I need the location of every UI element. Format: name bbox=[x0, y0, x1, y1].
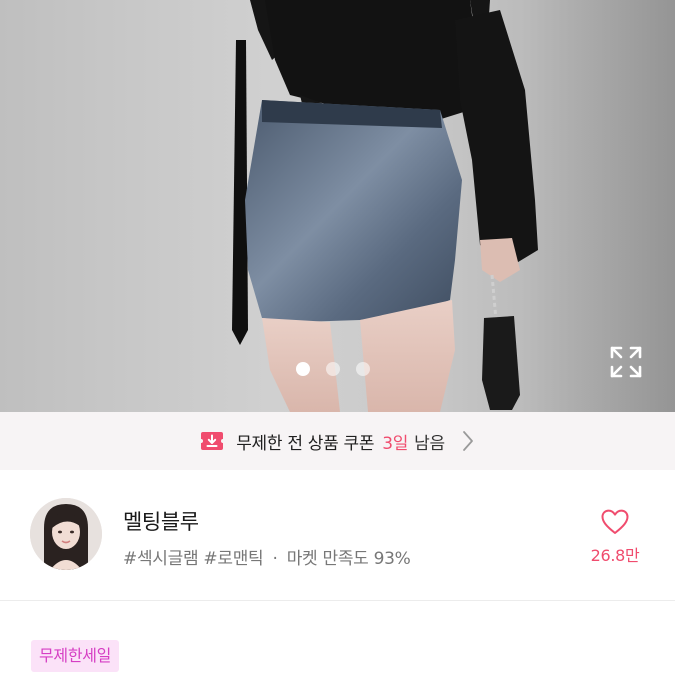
coupon-remaining-label: 남음 bbox=[414, 433, 445, 454]
coupon-banner[interactable]: 무제한 전 상품 쿠폰 3일 남음 bbox=[0, 412, 675, 470]
wall-shadow bbox=[520, 0, 675, 412]
seller-info: 멜팅블루 #섹시글램 #로맨틱 · 마켓 만족도 93% 26.8만 bbox=[0, 470, 675, 600]
seller-avatar[interactable] bbox=[30, 498, 102, 570]
download-coupon-icon bbox=[201, 432, 224, 450]
coupon-days-left: 3일 bbox=[382, 433, 409, 454]
seller-tag-sexy-glam[interactable]: #섹시글램 bbox=[123, 549, 199, 569]
sale-badge: 무제한세일 bbox=[31, 640, 120, 672]
seller-name[interactable]: 멜팅블루 bbox=[123, 506, 199, 536]
tag-separator: · bbox=[272, 549, 278, 569]
product-image-carousel[interactable] bbox=[0, 0, 675, 412]
heart-outline-icon bbox=[601, 509, 629, 534]
avatar-image bbox=[30, 498, 102, 570]
coupon-text: 무제한 전 상품 쿠폰 bbox=[236, 433, 375, 454]
carousel-dot-2[interactable] bbox=[325, 362, 340, 376]
like-button[interactable]: 26.8만 bbox=[585, 508, 645, 572]
carousel-dot-3[interactable] bbox=[355, 362, 370, 376]
seller-tag-romantic[interactable]: #로맨틱 bbox=[203, 549, 263, 569]
carousel-dot-1[interactable] bbox=[295, 362, 310, 376]
chevron-right-icon bbox=[462, 431, 473, 451]
market-satisfaction: 마켓 만족도 93% bbox=[286, 549, 411, 569]
section-divider bbox=[0, 600, 675, 601]
expand-arrows-icon[interactable] bbox=[608, 344, 644, 380]
seller-tags: #섹시글램 #로맨틱 · 마켓 만족도 93% bbox=[123, 544, 411, 569]
like-count: 26.8만 bbox=[590, 546, 640, 565]
carousel-dots bbox=[0, 362, 675, 378]
